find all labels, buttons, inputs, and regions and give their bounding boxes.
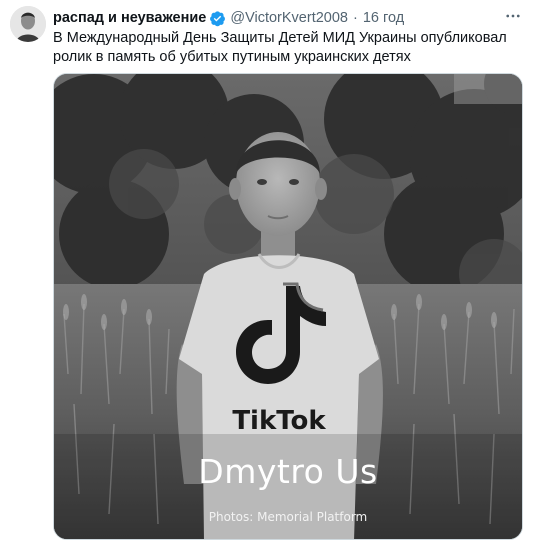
avatar[interactable]: [10, 6, 46, 42]
more-options-button[interactable]: [501, 6, 525, 26]
tweet-header: распад и неуважение @VictorKvert2008 · 1…: [53, 8, 523, 28]
tweet-timestamp[interactable]: 16 год: [363, 10, 404, 26]
author-handle[interactable]: @VictorKvert2008: [230, 10, 348, 26]
author-name[interactable]: распад и неуважение: [53, 10, 206, 26]
tweet-card[interactable]: распад и неуважение @VictorKvert2008 · 1…: [0, 0, 533, 547]
photo-credit: Photos: Memorial Platform: [208, 510, 368, 524]
avatar-image: [10, 6, 46, 42]
more-horizontal-icon: [506, 14, 520, 18]
tweet-media[interactable]: TikTok Dmytro Us Photos: Memorial Platfo…: [53, 73, 523, 540]
verified-badge-icon: [209, 10, 226, 27]
memorial-name-caption: Dmytro Us: [198, 452, 378, 491]
header-separator: ·: [352, 10, 358, 26]
tweet-text: В Международный День Защиты Детей МИД Ук…: [53, 30, 507, 65]
shirt-print-text: TikTok: [232, 406, 326, 436]
